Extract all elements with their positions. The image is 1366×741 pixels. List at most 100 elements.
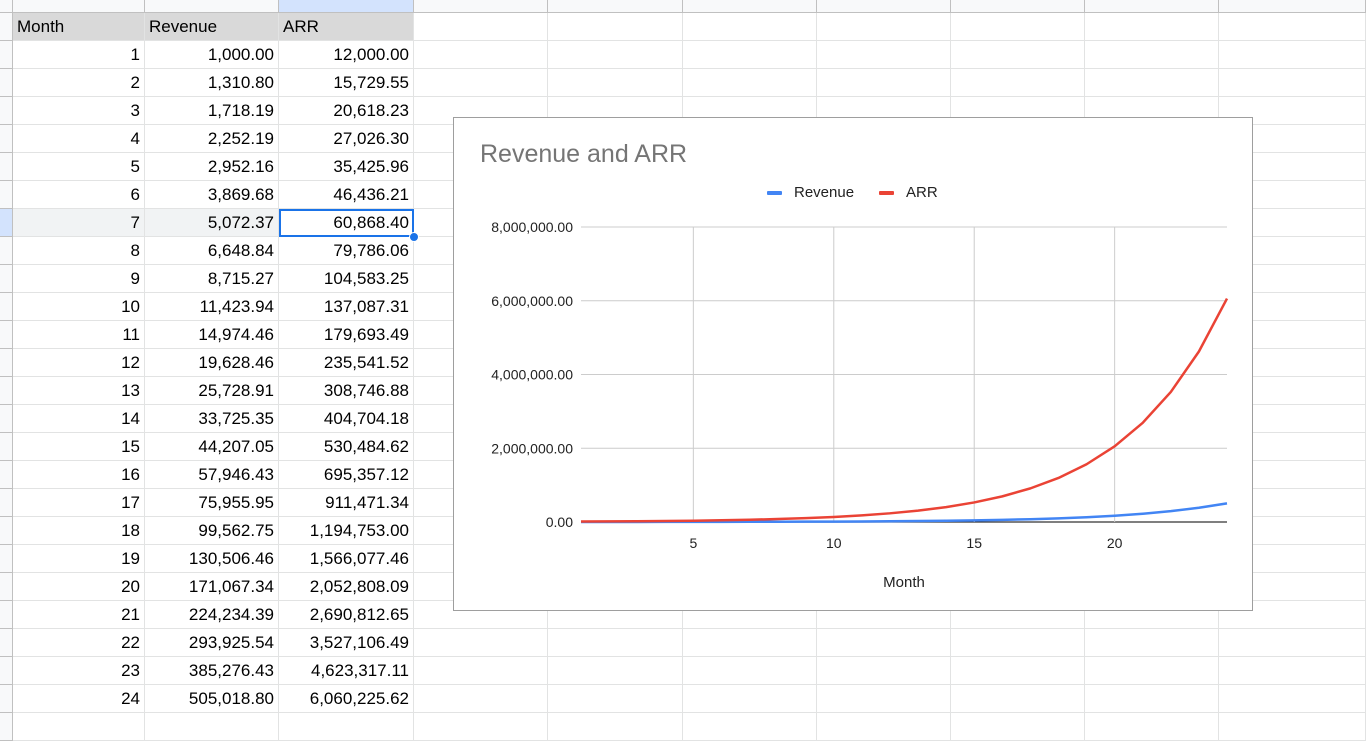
row-header-4[interactable]: [0, 97, 13, 125]
cell-arr[interactable]: 2,052,808.09: [279, 573, 414, 601]
cell-revenue[interactable]: 385,276.43: [145, 657, 279, 685]
cell[interactable]: [414, 713, 548, 741]
cell-month[interactable]: 16: [13, 461, 145, 489]
cell[interactable]: [414, 13, 548, 41]
cell-arr[interactable]: 1,566,077.46: [279, 545, 414, 573]
cell-arr[interactable]: 60,868.40: [279, 209, 414, 237]
cell-revenue[interactable]: 57,946.43: [145, 461, 279, 489]
cell[interactable]: [1219, 41, 1366, 69]
row-header-6[interactable]: [0, 153, 13, 181]
cell[interactable]: [951, 629, 1085, 657]
cell[interactable]: [1085, 41, 1219, 69]
cell-month[interactable]: 9: [13, 265, 145, 293]
cell-revenue[interactable]: 2,252.19: [145, 125, 279, 153]
cell[interactable]: [279, 713, 414, 741]
cell[interactable]: [683, 685, 817, 713]
row-header-20[interactable]: [0, 545, 13, 573]
column-header-7[interactable]: [817, 0, 951, 13]
cell-revenue[interactable]: 44,207.05: [145, 433, 279, 461]
cell[interactable]: [1219, 69, 1366, 97]
cell[interactable]: [683, 713, 817, 741]
cell-arr[interactable]: 35,425.96: [279, 153, 414, 181]
cell-month[interactable]: 8: [13, 237, 145, 265]
cell-month[interactable]: 14: [13, 405, 145, 433]
cell-revenue[interactable]: 1,718.19: [145, 97, 279, 125]
cell-revenue[interactable]: 25,728.91: [145, 377, 279, 405]
row-header-17[interactable]: [0, 461, 13, 489]
column-header-10[interactable]: [1219, 0, 1366, 13]
cell[interactable]: [548, 713, 683, 741]
cell-month[interactable]: 11: [13, 321, 145, 349]
cell[interactable]: [548, 41, 683, 69]
cell-month[interactable]: 7: [13, 209, 145, 237]
cell-arr[interactable]: 46,436.21: [279, 181, 414, 209]
row-header-18[interactable]: [0, 489, 13, 517]
cell[interactable]: [1085, 69, 1219, 97]
cell[interactable]: [817, 685, 951, 713]
cell-revenue[interactable]: 1,310.80: [145, 69, 279, 97]
row-header-10[interactable]: [0, 265, 13, 293]
cell[interactable]: [13, 713, 145, 741]
column-header-1[interactable]: [13, 0, 145, 13]
cell[interactable]: [683, 13, 817, 41]
cell-arr[interactable]: 137,087.31: [279, 293, 414, 321]
cell[interactable]: [1219, 685, 1366, 713]
cell-arr[interactable]: 308,746.88: [279, 377, 414, 405]
row-header-8[interactable]: [0, 209, 13, 237]
header-cell-revenue[interactable]: Revenue: [145, 13, 279, 41]
column-header-6[interactable]: [683, 0, 817, 13]
row-header-25[interactable]: [0, 685, 13, 713]
cell[interactable]: [548, 657, 683, 685]
row-header-24[interactable]: [0, 657, 13, 685]
cell[interactable]: [683, 69, 817, 97]
row-header-12[interactable]: [0, 321, 13, 349]
cell[interactable]: [951, 685, 1085, 713]
cell-month[interactable]: 2: [13, 69, 145, 97]
cell[interactable]: [1219, 713, 1366, 741]
row-header-15[interactable]: [0, 405, 13, 433]
cell-arr[interactable]: 27,026.30: [279, 125, 414, 153]
cell[interactable]: [683, 657, 817, 685]
cell-revenue[interactable]: 130,506.46: [145, 545, 279, 573]
cell[interactable]: [548, 685, 683, 713]
cell-revenue[interactable]: 33,725.35: [145, 405, 279, 433]
cell[interactable]: [1219, 13, 1366, 41]
cell[interactable]: [1085, 685, 1219, 713]
column-header-5[interactable]: [548, 0, 683, 13]
cell-arr[interactable]: 4,623,317.11: [279, 657, 414, 685]
row-header-13[interactable]: [0, 349, 13, 377]
cell[interactable]: [817, 629, 951, 657]
cell-arr[interactable]: 530,484.62: [279, 433, 414, 461]
row-header-2[interactable]: [0, 41, 13, 69]
cell[interactable]: [548, 629, 683, 657]
cell-revenue[interactable]: 2,952.16: [145, 153, 279, 181]
cell-revenue[interactable]: 8,715.27: [145, 265, 279, 293]
cell[interactable]: [414, 657, 548, 685]
cell-arr[interactable]: 1,194,753.00: [279, 517, 414, 545]
row-header-19[interactable]: [0, 517, 13, 545]
fill-handle[interactable]: [409, 232, 419, 242]
cell-arr[interactable]: 404,704.18: [279, 405, 414, 433]
cell-arr[interactable]: 911,471.34: [279, 489, 414, 517]
cell-revenue[interactable]: 99,562.75: [145, 517, 279, 545]
cell-month[interactable]: 22: [13, 629, 145, 657]
cell-revenue[interactable]: 505,018.80: [145, 685, 279, 713]
cell-revenue[interactable]: 11,423.94: [145, 293, 279, 321]
cell[interactable]: [414, 685, 548, 713]
cell-revenue[interactable]: 5,072.37: [145, 209, 279, 237]
cell[interactable]: [817, 657, 951, 685]
cell-arr[interactable]: 235,541.52: [279, 349, 414, 377]
cell[interactable]: [1085, 629, 1219, 657]
cell-arr[interactable]: 2,690,812.65: [279, 601, 414, 629]
cell[interactable]: [548, 69, 683, 97]
row-header-11[interactable]: [0, 293, 13, 321]
cell-month[interactable]: 3: [13, 97, 145, 125]
cell-revenue[interactable]: 224,234.39: [145, 601, 279, 629]
cell-revenue[interactable]: 293,925.54: [145, 629, 279, 657]
cell-month[interactable]: 20: [13, 573, 145, 601]
cell[interactable]: [951, 41, 1085, 69]
cell-month[interactable]: 17: [13, 489, 145, 517]
cell[interactable]: [817, 69, 951, 97]
row-header-22[interactable]: [0, 601, 13, 629]
cell[interactable]: [414, 629, 548, 657]
